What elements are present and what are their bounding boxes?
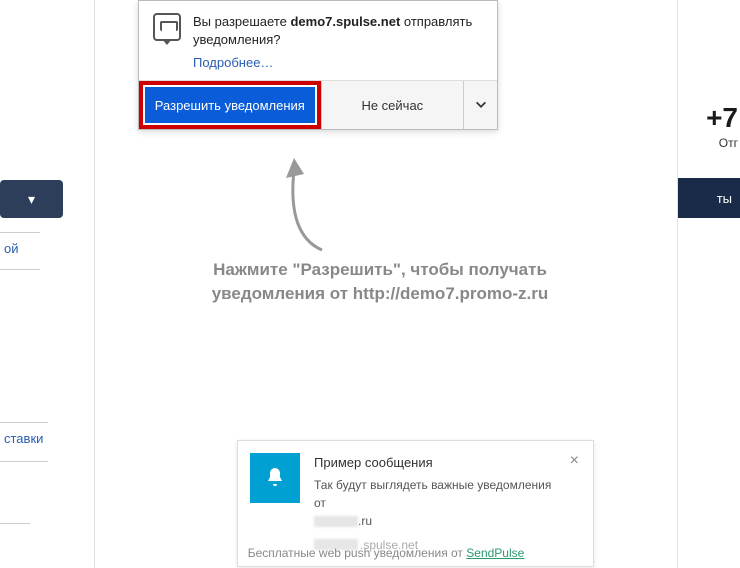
bell-icon bbox=[250, 453, 300, 503]
sidebar-item-partial-2[interactable]: ставки bbox=[0, 422, 48, 462]
not-now-dropdown[interactable] bbox=[463, 81, 497, 129]
instruction-text: Нажмите "Разрешить", чтобы получать увед… bbox=[130, 258, 630, 306]
speech-bubble-icon bbox=[153, 13, 181, 41]
footer-credit: Бесплатные web push уведомления от SendP… bbox=[94, 546, 678, 560]
learn-more-link[interactable]: Подробнее… bbox=[139, 55, 497, 80]
allow-notifications-button[interactable]: Разрешить уведомления bbox=[145, 87, 315, 123]
close-sample-button[interactable]: × bbox=[568, 453, 581, 554]
sidebar-collapsed-button[interactable]: ▾ bbox=[0, 180, 63, 218]
sidebar-item-partial-1[interactable]: ой bbox=[0, 232, 40, 270]
chevron-down-icon: ▾ bbox=[28, 191, 35, 208]
not-now-button[interactable]: Не сейчас bbox=[321, 81, 463, 129]
sample-title: Пример сообщения bbox=[314, 453, 554, 473]
notification-permission-prompt: Вы разрешаете demo7.spulse.net отправлят… bbox=[138, 0, 498, 130]
permission-question-text: Вы разрешаете demo7.spulse.net отправлят… bbox=[193, 13, 483, 49]
sample-domain-line: .ru bbox=[314, 512, 554, 530]
sendpulse-link[interactable]: SendPulse bbox=[466, 546, 524, 560]
sidebar-item-partial-3[interactable] bbox=[0, 494, 30, 524]
phone-partial: +7 bbox=[706, 102, 738, 134]
chevron-down-icon bbox=[474, 98, 488, 112]
pointer-arrow-icon bbox=[272, 150, 342, 260]
header-button-partial[interactable]: ты bbox=[670, 178, 740, 218]
allow-button-highlight: Разрешить уведомления bbox=[139, 81, 321, 129]
phone-sublabel-partial: Отг bbox=[719, 136, 738, 150]
sample-body-text: Так будут выглядеть важные уведомления о… bbox=[314, 476, 554, 512]
